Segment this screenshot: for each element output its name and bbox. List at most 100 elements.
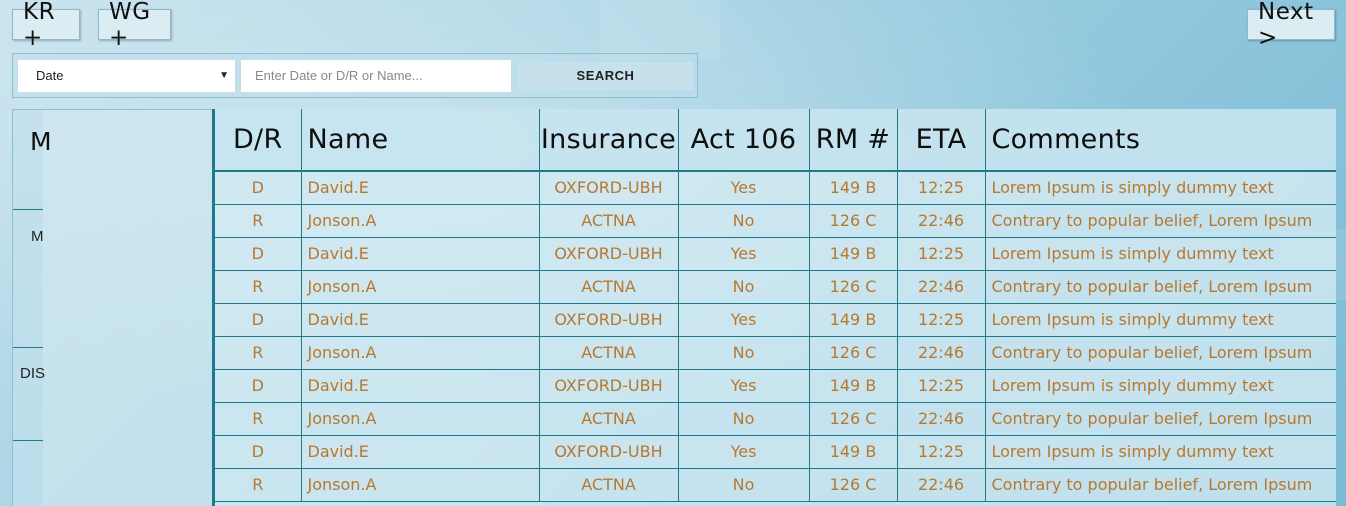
cell-act106: Yes [678, 237, 810, 271]
cell-insurance: ACTNA [539, 270, 679, 304]
cell-insurance: OXFORD-UBH [539, 303, 679, 337]
table-row[interactable]: D David.E OXFORD-UBH Yes 149 B 12:25 Lorem Ips… [215, 435, 1336, 469]
cell-eta: 12:25 [897, 435, 986, 469]
cell-comments: Lorem Ipsum is simply dummy text [985, 237, 1336, 271]
cell-insurance: OXFORD-UBH [539, 369, 679, 403]
kr-add-button[interactable]: KR + [12, 0, 80, 51]
table-row[interactable]: D David.E OXFORD-UBH Yes 149 B 12:25 Lorem Ips… [215, 303, 1336, 337]
search-type-value: Date [36, 68, 64, 83]
next-button[interactable]: Next > [1247, 0, 1335, 51]
cell-eta: 22:46 [897, 402, 986, 436]
table-row[interactable]: D David.E OXFORD-UBH Yes 149 B 12:25 Lorem Ips… [215, 171, 1336, 205]
cell-rm: 126 C [809, 270, 898, 304]
table-header-row: D/R Name Insurance Act 106 RM # ETA Comm… [215, 109, 1336, 172]
cell-name: David.E [301, 303, 540, 337]
background-decoration [600, 0, 720, 60]
left-panel-column [13, 110, 43, 506]
cell-name: David.E [301, 435, 540, 469]
cell-comments: Contrary to popular belief, Lorem Ipsum [985, 204, 1336, 238]
cell-rm: 149 B [809, 369, 898, 403]
cell-rm: 149 B [809, 237, 898, 271]
cell-name: David.E [301, 237, 540, 271]
column-header-comments[interactable]: Comments [985, 109, 1336, 172]
cell-dr: R [215, 336, 302, 370]
table-row[interactable]: R Jonson.A ACTNA No 126 C 22:46 Contrary to po… [215, 402, 1336, 436]
search-input-placeholder: Enter Date or D/R or Name... [255, 68, 423, 83]
column-header-rm[interactable]: RM # [809, 109, 898, 172]
search-button[interactable]: SEARCH [518, 62, 693, 90]
cell-rm: 149 B [809, 303, 898, 337]
cell-eta: 12:25 [897, 171, 986, 205]
cell-name: Jonson.A [301, 204, 540, 238]
left-panel-heading: M [30, 127, 52, 156]
search-input[interactable]: Enter Date or D/R or Name... [241, 60, 511, 92]
cell-comments: Contrary to popular belief, Lorem Ipsum [985, 270, 1336, 304]
cell-name: Jonson.A [301, 336, 540, 370]
cell-comments: Lorem Ipsum is simply dummy text [985, 171, 1336, 205]
cell-name: Jonson.A [301, 402, 540, 436]
cell-act106: Yes [678, 303, 810, 337]
cell-act106: Yes [678, 369, 810, 403]
cell-act106: Yes [678, 435, 810, 469]
cell-act106: No [678, 204, 810, 238]
column-header-eta[interactable]: ETA [897, 109, 986, 172]
left-panel-item[interactable]: DIS [20, 365, 45, 382]
wg-add-button[interactable]: WG + [98, 0, 171, 51]
search-bar: Date ▼ Enter Date or D/R or Name... SEAR… [12, 53, 698, 98]
patients-table: D/R Name Insurance Act 106 RM # ETA Comm… [212, 109, 1336, 506]
cell-comments: Contrary to popular belief, Lorem Ipsum [985, 402, 1336, 436]
table-row[interactable]: R Jonson.A ACTNA No 126 C 22:46 Contrary to po… [215, 270, 1336, 304]
cell-comments: Lorem Ipsum is simply dummy text [985, 369, 1336, 403]
cell-dr: D [215, 303, 302, 337]
cell-eta: 22:46 [897, 204, 986, 238]
cell-insurance: ACTNA [539, 402, 679, 436]
cell-eta: 12:25 [897, 303, 986, 337]
cell-dr: D [215, 171, 302, 205]
cell-rm: 126 C [809, 468, 898, 502]
cell-insurance: ACTNA [539, 468, 679, 502]
cell-dr: D [215, 435, 302, 469]
cell-insurance: ACTNA [539, 204, 679, 238]
cell-insurance: OXFORD-UBH [539, 435, 679, 469]
cell-name: David.E [301, 369, 540, 403]
cell-act106: No [678, 270, 810, 304]
cell-insurance: OXFORD-UBH [539, 237, 679, 271]
cell-dr: R [215, 402, 302, 436]
cell-eta: 12:25 [897, 237, 986, 271]
cell-eta: 22:46 [897, 336, 986, 370]
divider [13, 347, 43, 348]
cell-eta: 12:25 [897, 369, 986, 403]
table-row[interactable]: D David.E OXFORD-UBH Yes 149 B 12:25 Lorem Ips… [215, 237, 1336, 271]
cell-comments: Contrary to popular belief, Lorem Ipsum [985, 468, 1336, 502]
cell-insurance: OXFORD-UBH [539, 171, 679, 205]
table-row[interactable]: R Jonson.A ACTNA No 126 C 22:46 Contrary to po… [215, 468, 1336, 502]
table-row[interactable]: D David.E OXFORD-UBH Yes 149 B 12:25 Lorem Ips… [215, 369, 1336, 403]
cell-rm: 126 C [809, 204, 898, 238]
cell-eta: 22:46 [897, 270, 986, 304]
divider [13, 209, 43, 210]
cell-dr: R [215, 270, 302, 304]
divider [13, 440, 43, 441]
table-row[interactable]: R Jonson.A ACTNA No 126 C 22:46 Contrary to po… [215, 204, 1336, 238]
cell-name: Jonson.A [301, 468, 540, 502]
column-header-dr[interactable]: D/R [215, 109, 302, 172]
cell-rm: 126 C [809, 336, 898, 370]
column-header-act106[interactable]: Act 106 [678, 109, 810, 172]
cell-name: David.E [301, 171, 540, 205]
cell-rm: 126 C [809, 402, 898, 436]
table-row[interactable]: R Jonson.A ACTNA No 126 C 22:46 Contrary to po… [215, 336, 1336, 370]
cell-dr: D [215, 369, 302, 403]
column-header-name[interactable]: Name [301, 109, 540, 172]
column-header-insurance[interactable]: Insurance [539, 109, 679, 172]
cell-dr: D [215, 237, 302, 271]
cell-act106: No [678, 402, 810, 436]
cell-dr: R [215, 468, 302, 502]
left-panel-item[interactable]: M [31, 228, 44, 245]
cell-comments: Lorem Ipsum is simply dummy text [985, 303, 1336, 337]
cell-act106: No [678, 336, 810, 370]
cell-comments: Lorem Ipsum is simply dummy text [985, 435, 1336, 469]
cell-insurance: ACTNA [539, 336, 679, 370]
cell-act106: Yes [678, 171, 810, 205]
cell-eta: 22:46 [897, 468, 986, 502]
search-type-select[interactable]: Date ▼ [18, 60, 235, 92]
